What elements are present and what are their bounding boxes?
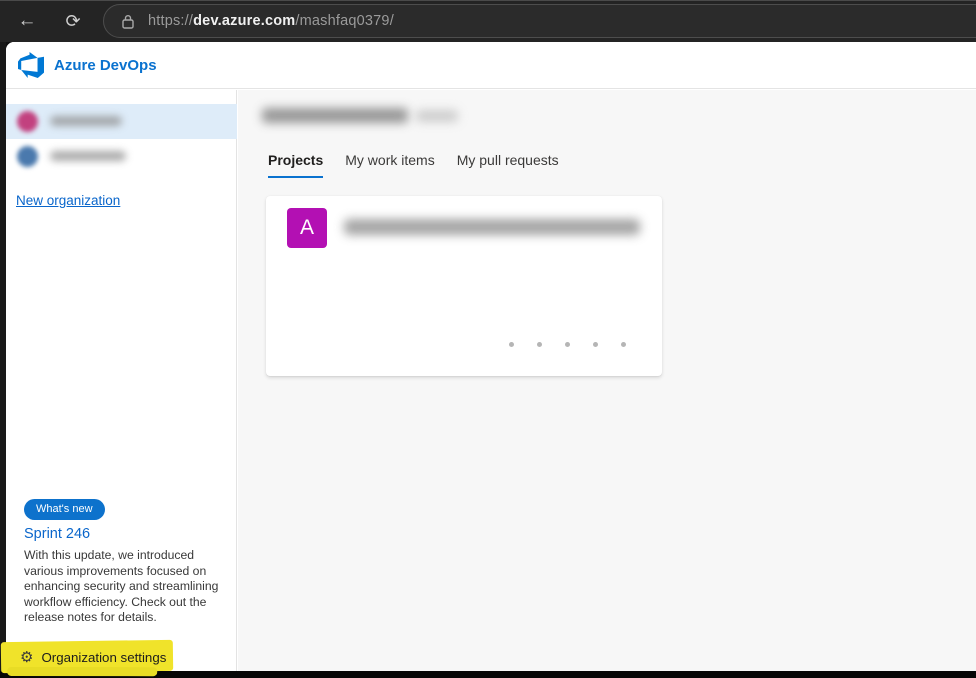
azure-devops-home-link[interactable]: Azure DevOps [18, 52, 157, 78]
organization-item-selected[interactable] [6, 104, 237, 139]
tab-my-pull-requests[interactable]: My pull requests [457, 152, 559, 178]
tab-projects[interactable]: Projects [268, 152, 323, 178]
organizations-sidebar: New organization What's new Sprint 246 W… [6, 90, 237, 671]
card-pager-dots [509, 342, 626, 347]
organization-avatar [17, 111, 38, 132]
project-name-redacted [344, 219, 640, 235]
sprint-release-link[interactable]: Sprint 246 [24, 526, 90, 542]
gear-icon: ⚙ [20, 650, 33, 665]
app-header: Azure DevOps [6, 42, 976, 89]
url-path: /mashfaq0379/ [295, 13, 394, 29]
back-icon[interactable]: ← [12, 7, 42, 35]
sprint-description: With this update, we introduced various … [24, 548, 230, 626]
pager-dot [537, 342, 542, 347]
tab-bar: Projects My work items My pull requests [268, 152, 559, 178]
organization-item[interactable] [6, 139, 237, 174]
organization-name-redacted [50, 116, 122, 126]
pager-dot [565, 342, 570, 347]
page-window: Azure DevOps New organization What's new… [6, 42, 976, 671]
page-title-redacted [262, 108, 408, 123]
organization-avatar [17, 146, 38, 167]
new-organization-link[interactable]: New organization [16, 193, 120, 208]
url-scheme: https:// [148, 13, 193, 29]
organization-name-redacted [50, 151, 126, 161]
whats-new-badge: What's new [24, 499, 105, 520]
url-domain: dev.azure.com [193, 13, 295, 29]
refresh-icon[interactable]: ⟳ [58, 7, 88, 35]
pager-dot [509, 342, 514, 347]
organization-settings-label: Organization settings [41, 650, 166, 665]
address-bar[interactable]: https://dev.azure.com/mashfaq0379/ [103, 4, 976, 38]
lock-icon [122, 14, 134, 29]
project-card[interactable]: A [266, 196, 662, 376]
organization-settings-button[interactable]: ⚙ Organization settings [6, 642, 206, 672]
pager-dot [593, 342, 598, 347]
brand-title: Azure DevOps [54, 57, 157, 74]
azure-devops-logo-icon [18, 52, 44, 78]
page-title-redacted-tail [416, 110, 458, 122]
url-text: https://dev.azure.com/mashfaq0379/ [148, 13, 394, 29]
main-content: Projects My work items My pull requests … [238, 90, 976, 671]
project-avatar: A [287, 208, 327, 248]
browser-screenshot: ← ⟳ https://dev.azure.com/mashfaq0379/ A… [0, 0, 976, 678]
pager-dot [621, 342, 626, 347]
browser-toolbar: ← ⟳ https://dev.azure.com/mashfaq0379/ [0, 0, 976, 42]
tab-my-work-items[interactable]: My work items [345, 152, 434, 178]
